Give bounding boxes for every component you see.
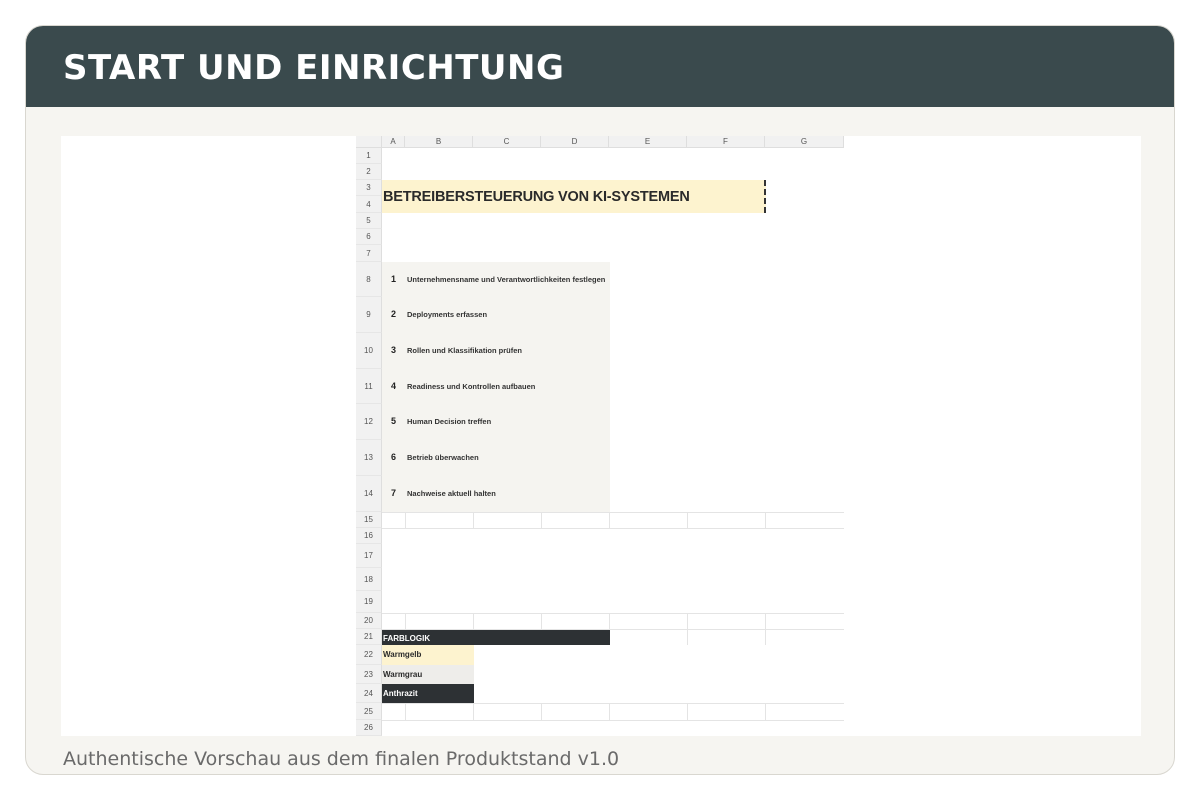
gridline [473,512,474,528]
gridline [405,613,406,629]
gridline [609,703,610,720]
row-header-24[interactable]: 24 [356,684,382,703]
column-header-g[interactable]: G [765,136,844,148]
row-header-13[interactable]: 13 [356,440,382,476]
row-header-23[interactable]: 23 [356,665,382,684]
row-header-18[interactable]: 18 [356,568,382,591]
gridline [765,629,766,645]
gridline [382,512,844,513]
gridline [687,613,688,629]
row-header-8[interactable]: 8 [356,262,382,297]
row-header-10[interactable]: 10 [356,333,382,369]
step-label: Rollen und Klassifikation prüfen [407,346,523,355]
row-header-4[interactable]: 4 [356,196,382,213]
gridline [382,528,844,529]
step-label: Unternehmensname und Verantwortlichkeite… [407,274,606,284]
row-header-3[interactable]: 3 [356,180,382,196]
step-row[interactable]: 5 Human Decision treffen [382,404,610,440]
gridline [609,512,610,528]
gridline [405,512,406,528]
step-number: 7 [391,488,397,498]
legend-title: FARBLOGIK [383,634,431,643]
column-header-b[interactable]: B [405,136,473,148]
step-row[interactable]: 6 Betrieb überwachen [382,440,610,476]
step-number: 6 [391,452,397,462]
selection-marker [764,180,766,213]
step-number: 3 [391,345,397,355]
row-header-15[interactable]: 15 [356,512,382,528]
gridline [765,703,766,720]
row-header-9[interactable]: 9 [356,297,382,333]
gridline [687,629,688,645]
row-header-14[interactable]: 14 [356,476,382,512]
row-header-20[interactable]: 20 [356,613,382,629]
step-label: Betrieb überwachen [407,453,479,462]
column-header-d[interactable]: D [541,136,609,148]
row-header-11[interactable]: 11 [356,369,382,404]
step-label: Deployments erfassen [407,310,488,319]
step-row[interactable]: 4 Readiness und Kontrollen aufbauen [382,369,610,404]
row-header-16[interactable]: 16 [356,528,382,544]
column-header-f[interactable]: F [687,136,765,148]
gridline [541,512,542,528]
preview-caption: Authentische Vorschau aus dem finalen Pr… [63,748,620,770]
row-header-1[interactable]: 1 [356,148,382,164]
row-header-2[interactable]: 2 [356,164,382,180]
step-number: 2 [391,309,397,319]
legend-label: Warmgelb [383,650,422,659]
row-header-17[interactable]: 17 [356,544,382,568]
row-header-26[interactable]: 26 [356,720,382,736]
step-number: 1 [391,273,397,284]
row-header-5[interactable]: 5 [356,213,382,229]
gridline [687,512,688,528]
sheet-title: BETREIBERSTEUERUNG VON KI-SYSTEMEN [383,189,690,205]
gridline [382,703,844,704]
step-row[interactable]: 7 Nachweise aktuell halten [382,476,610,512]
spreadsheet-grid: BETREIBERSTEUERUNG VON KI-SYSTEMEN FARBL… [356,136,844,736]
preview-card: START UND EINRICHTUNG BETREIBERSTEUERUNG… [25,25,1175,775]
step-label: Readiness und Kontrollen aufbauen [407,381,536,391]
legend-label: Anthrazit [383,688,418,698]
gridline [609,613,610,629]
gridline [382,720,844,721]
gridline [541,613,542,629]
column-header-a[interactable]: A [382,136,405,148]
card-header: START UND EINRICHTUNG [26,26,1174,107]
row-header-25[interactable]: 25 [356,703,382,720]
row-header-6[interactable]: 6 [356,229,382,245]
row-header-12[interactable]: 12 [356,404,382,440]
column-header-e[interactable]: E [609,136,687,148]
step-row[interactable]: 3 Rollen und Klassifikation prüfen [382,333,610,369]
gridline [382,613,844,614]
column-header-c[interactable]: C [473,136,541,148]
step-number: 4 [391,380,397,391]
spreadsheet-preview: BETREIBERSTEUERUNG VON KI-SYSTEMEN FARBL… [61,136,1141,736]
row-header-19[interactable]: 19 [356,591,382,613]
gridline [765,613,766,629]
row-header-22[interactable]: 22 [356,645,382,665]
step-number: 5 [391,416,397,426]
gridline [541,703,542,720]
row-header-7[interactable]: 7 [356,245,382,262]
gridline [687,703,688,720]
legend-label: Warmgrau [383,669,423,679]
gridline [765,512,766,528]
step-row[interactable]: 1 Unternehmensname und Verantwortlichkeit… [382,262,610,297]
page-title: START UND EINRICHTUNG [63,48,565,88]
gridline [382,629,844,630]
step-label: Nachweise aktuell halten [407,489,496,498]
gridline [405,703,406,720]
gridline [473,703,474,720]
gridline [473,613,474,629]
row-header-21[interactable]: 21 [356,629,382,645]
step-label: Human Decision treffen [407,417,492,426]
grid-corner [356,136,382,148]
step-row[interactable]: 2 Deployments erfassen [382,297,610,333]
